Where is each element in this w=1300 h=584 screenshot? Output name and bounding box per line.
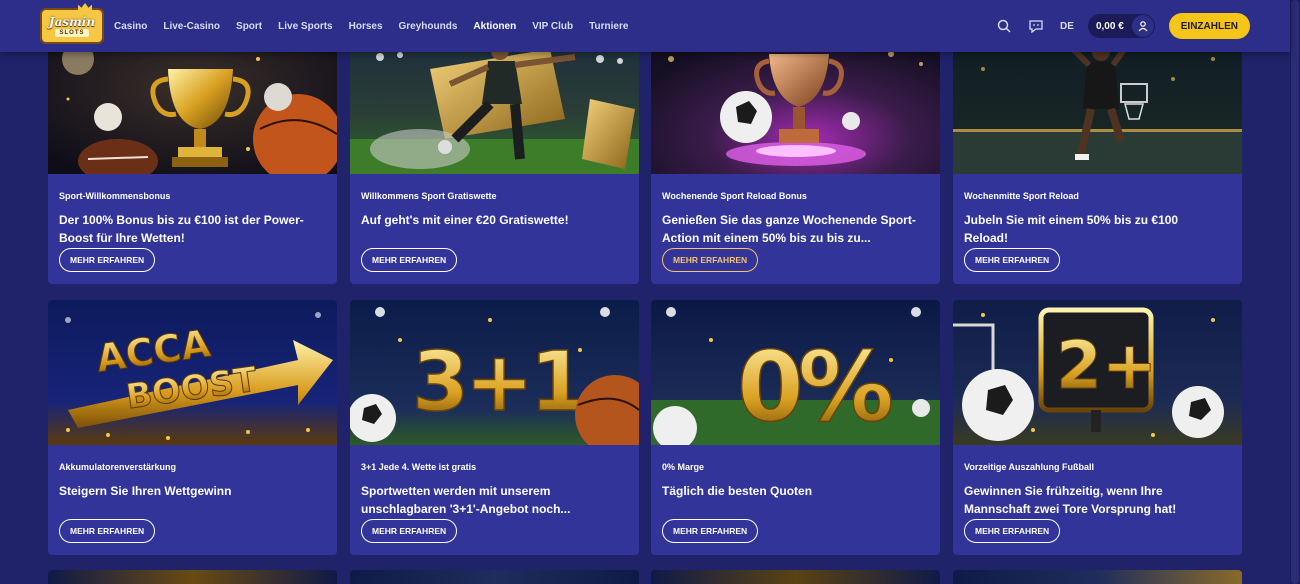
logo-word: Jasmin xyxy=(48,14,96,29)
language-selector[interactable]: DE xyxy=(1060,21,1074,32)
three-plus-one-text: 3+1 xyxy=(412,335,583,430)
crown-icon xyxy=(78,3,92,11)
promo-title: Auf geht's mit einer €20 Gratiswette! xyxy=(361,213,569,227)
promo-title: Steigern Sie Ihren Wettgewinn xyxy=(59,484,232,498)
promo-title: Täglich die besten Quoten xyxy=(662,484,813,498)
promo-card[interactable]: 0% 0% Marge Täglich die besten Quoten ME… xyxy=(651,300,940,555)
learn-more-button[interactable]: MEHR ERFAHREN xyxy=(361,519,458,543)
promo-title: Sportwetten werden mit unserem unschlagb… xyxy=(361,484,571,516)
header-actions: DE 0,00 € EINZAHLEN xyxy=(982,0,1250,52)
promo-tag: Willkommens Sport Gratiswette xyxy=(361,191,497,201)
promo-card-partial[interactable] xyxy=(350,570,639,584)
nav-item-vip-club[interactable]: VIP Club xyxy=(532,21,573,32)
scrollbar-thumb[interactable] xyxy=(1291,0,1299,584)
promo-card-partial[interactable] xyxy=(651,570,940,584)
main-nav: Casino Live-Casino Sport Live Sports Hor… xyxy=(114,21,644,32)
promo-card[interactable]: Willkommens Sport Gratiswette Auf geht's… xyxy=(350,29,639,284)
chat-icon[interactable] xyxy=(1026,16,1046,36)
user-icon[interactable] xyxy=(1131,15,1154,37)
nav-item-live-casino[interactable]: Live-Casino xyxy=(163,21,220,32)
promo-title: Der 100% Bonus bis zu €100 ist der Power… xyxy=(59,213,304,245)
scrollbar[interactable] xyxy=(1290,0,1300,584)
logo-sub: SLOTS xyxy=(55,28,89,37)
search-icon[interactable] xyxy=(994,16,1014,36)
promo-card[interactable]: Wochenmitte Sport Reload Jubeln Sie mit … xyxy=(953,29,1242,284)
nav-item-sport[interactable]: Sport xyxy=(236,21,262,32)
promo-tag: Wochenmitte Sport Reload xyxy=(964,191,1079,201)
promo-tag: 0% Marge xyxy=(662,462,705,472)
promo-card[interactable]: 3+1 3+1 Jede 4. Wette ist gratis Sportwe… xyxy=(350,300,639,555)
promo-tag: Wochenende Sport Reload Bonus xyxy=(662,191,807,201)
learn-more-button[interactable]: MEHR ERFAHREN xyxy=(662,248,759,272)
balance-amount: 0,00 € xyxy=(1095,20,1124,32)
promo-tag: Sport-Willkommensbonus xyxy=(59,191,171,201)
promo-tag: 3+1 Jede 4. Wette ist gratis xyxy=(361,462,477,472)
deposit-button[interactable]: EINZAHLEN xyxy=(1168,13,1250,39)
nav-item-casino[interactable]: Casino xyxy=(114,21,147,32)
nav-item-greyhounds[interactable]: Greyhounds xyxy=(399,21,458,32)
learn-more-button[interactable]: MEHR ERFAHREN xyxy=(964,248,1061,272)
promo-card[interactable]: 2+ Vorzeitige Auszahlung Fußball Gewinne… xyxy=(953,300,1242,555)
promo-title: Gewinnen Sie frühzeitig, wenn Ihre Manns… xyxy=(964,484,1177,516)
promo-card[interactable]: Sport-Willkommensbonus Der 100% Bonus bi… xyxy=(48,29,337,284)
learn-more-button[interactable]: MEHR ERFAHREN xyxy=(59,248,156,272)
promo-card[interactable]: Wochenende Sport Reload Bonus Genießen S… xyxy=(651,29,940,284)
promo-title: Genießen Sie das ganze Wochenende Sport-… xyxy=(662,213,916,245)
top-header: Jasmin SLOTS Casino Live-Casino Sport Li… xyxy=(0,0,1290,52)
learn-more-button[interactable]: MEHR ERFAHREN xyxy=(964,519,1061,543)
promo-image-two-plus: 2+ xyxy=(953,300,1242,445)
promo-tag: Vorzeitige Auszahlung Fußball xyxy=(964,462,1095,472)
site-logo[interactable]: Jasmin SLOTS xyxy=(40,3,104,44)
promo-card-partial[interactable] xyxy=(48,570,337,584)
promo-tag: Akkumulatorenverstärkung xyxy=(59,462,177,472)
learn-more-button[interactable]: MEHR ERFAHREN xyxy=(59,519,156,543)
nav-item-aktionen[interactable]: Aktionen xyxy=(473,21,516,32)
nav-item-live-sports[interactable]: Live Sports xyxy=(278,21,332,32)
promo-image-zero-percent: 0% xyxy=(651,300,940,445)
zero-percent-text: 0% xyxy=(737,331,892,443)
promo-title: Jubeln Sie mit einem 50% bis zu €100 Rel… xyxy=(964,213,1179,245)
nav-item-turniere[interactable]: Turniere xyxy=(589,21,628,32)
learn-more-button[interactable]: MEHR ERFAHREN xyxy=(361,248,458,272)
promo-card[interactable]: ACCA BOOST Akkumulatorenverstärkung Stei… xyxy=(48,300,337,555)
balance-display[interactable]: 0,00 € xyxy=(1087,14,1155,38)
two-plus-text: 2+ xyxy=(1056,327,1157,404)
promo-image-acca-boost: ACCA BOOST xyxy=(48,300,337,445)
promo-card-partial[interactable] xyxy=(953,570,1242,584)
nav-item-horses[interactable]: Horses xyxy=(349,21,383,32)
promo-image-three-plus-one: 3+1 xyxy=(350,300,639,445)
learn-more-button[interactable]: MEHR ERFAHREN xyxy=(662,519,759,543)
promotions-grid: Sport-Willkommensbonus Der 100% Bonus bi… xyxy=(0,0,1290,584)
